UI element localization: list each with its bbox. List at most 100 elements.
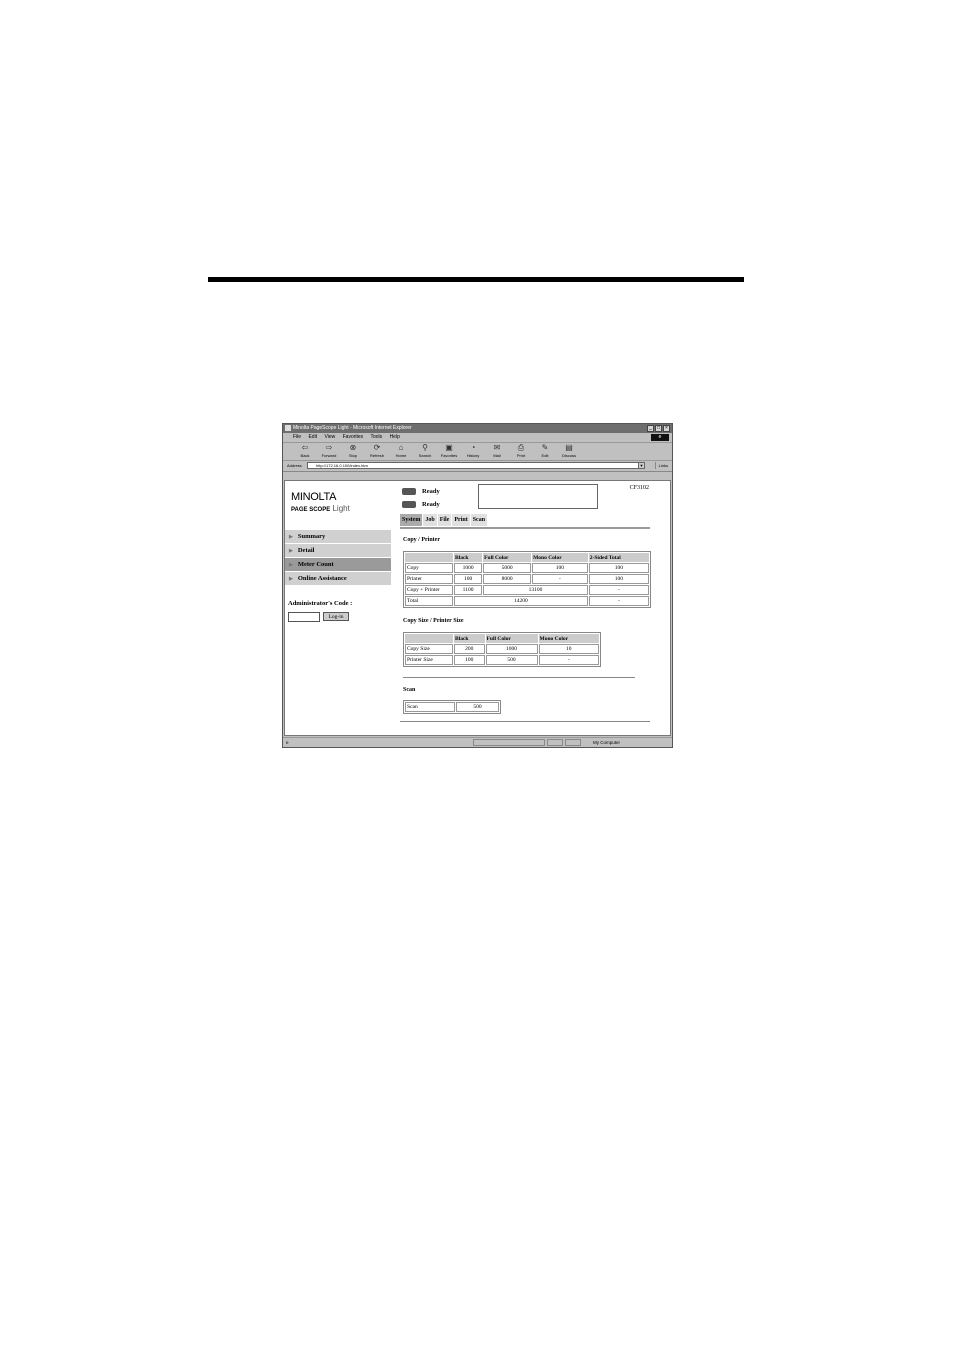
printer-icon xyxy=(402,501,416,508)
table-header-row: Black Full Color Mono Color xyxy=(405,634,599,643)
back-button[interactable]: ⇦ Back xyxy=(293,443,317,460)
pagescope-light-logo: PAGE SCOPE Light xyxy=(291,504,350,513)
window-titlebar: Minolta PageScope Light - Microsoft Inte… xyxy=(283,424,672,433)
search-button[interactable]: ⚲ Search xyxy=(413,443,437,460)
row-label: Copy Size xyxy=(405,644,453,654)
table-row: Total 14200 - xyxy=(405,596,649,606)
nav-online-assistance[interactable]: ▶ Online Assistance xyxy=(285,572,391,585)
table-cell: 100 xyxy=(588,563,649,573)
table-cell: 8000 xyxy=(483,574,532,584)
table-cell: 500 xyxy=(456,702,499,712)
menu-bar: File Edit View Favorites Tools Help e xyxy=(283,433,672,443)
table-header: Black xyxy=(454,553,483,562)
side-nav: ▶ Summary ▶ Detail ▶ Meter Count ▶ Online As… xyxy=(285,530,391,586)
discuss-icon: ▤ xyxy=(565,443,573,452)
tab-bar: System Job File Print Scan xyxy=(400,514,488,526)
table-row: Printer Size 100 500 - xyxy=(405,655,599,665)
status-segment xyxy=(547,739,563,746)
table-cell: - xyxy=(588,585,649,595)
forward-button[interactable]: ⇨ Forward xyxy=(317,443,341,460)
menu-edit[interactable]: Edit xyxy=(308,434,317,440)
table-cell: 5000 xyxy=(483,563,532,573)
nav-summary[interactable]: ▶ Summary xyxy=(285,530,391,543)
nav-arrow-icon: ▶ xyxy=(289,535,293,540)
table-cell: 14200 xyxy=(454,596,588,606)
admin-login: Administrator's Code : Log-in xyxy=(288,600,352,622)
menu-favorites[interactable]: Favorites xyxy=(343,434,364,440)
stop-icon: ⊗ xyxy=(349,443,357,452)
table-header: 2-Sided Total xyxy=(588,553,649,562)
row-label: Copy + Printer xyxy=(405,585,453,595)
close-icon[interactable]: × xyxy=(663,425,670,432)
history-icon: ◔ xyxy=(470,443,476,452)
maximize-icon[interactable]: □ xyxy=(655,425,662,432)
discuss-button[interactable]: ▤ Discuss xyxy=(557,443,581,460)
tab-file[interactable]: File xyxy=(437,514,452,526)
table-row: Copy Size 200 1000 10 xyxy=(405,644,599,654)
login-button[interactable]: Log-in xyxy=(323,612,349,621)
page-top-rule xyxy=(208,277,744,282)
section-divider xyxy=(403,677,635,678)
table-cell: 1000 xyxy=(454,563,483,573)
refresh-button[interactable]: ⟳ Refresh xyxy=(365,443,389,460)
size-table: Black Full Color Mono Color Copy Size 20… xyxy=(403,632,601,667)
stop-button[interactable]: ⊗ Stop xyxy=(341,443,365,460)
message-box xyxy=(478,484,598,509)
menu-help[interactable]: Help xyxy=(390,434,400,440)
table-cell: - xyxy=(538,655,599,665)
favorites-button[interactable]: ▣ Favorites xyxy=(437,443,461,460)
tab-scan[interactable]: Scan xyxy=(470,514,488,526)
menu-tools[interactable]: Tools xyxy=(370,434,382,440)
table-cell: 1000 xyxy=(485,644,538,654)
browser-toolbar: ⇦ Back ⇨ Forward ⊗ Stop ⟳ Refresh ⌂ Home ⚲ Sea… xyxy=(283,443,672,461)
table-header xyxy=(405,634,453,643)
address-dropdown-icon[interactable]: ▼ xyxy=(638,462,645,469)
print-button[interactable]: ⎙ Print xyxy=(509,443,533,460)
nav-meter-count[interactable]: ▶ Meter Count xyxy=(285,558,391,571)
tab-job[interactable]: Job xyxy=(423,514,437,526)
row-label: Printer Size xyxy=(405,655,453,665)
logo-product: Light xyxy=(332,504,350,513)
table-cell: 200 xyxy=(454,644,485,654)
table-cell: 13100 xyxy=(483,585,588,595)
table-cell: 100 xyxy=(532,563,588,573)
menu-file[interactable]: File xyxy=(293,434,301,440)
admin-code-input[interactable] xyxy=(288,612,320,622)
minimize-icon[interactable]: _ xyxy=(647,425,654,432)
row-label: Printer xyxy=(405,574,453,584)
table-cell: 100 xyxy=(588,574,649,584)
tab-system[interactable]: System xyxy=(400,514,423,526)
mail-icon: ✉ xyxy=(493,443,501,452)
nav-detail[interactable]: ▶ Detail xyxy=(285,544,391,557)
links-button[interactable]: Links xyxy=(654,462,668,469)
status-segment xyxy=(473,739,545,746)
history-button[interactable]: ◔ History xyxy=(461,443,485,460)
window-title: Minolta PageScope Light - Microsoft Inte… xyxy=(293,425,412,431)
home-button[interactable]: ⌂ Home xyxy=(389,443,413,460)
refresh-icon: ⟳ xyxy=(373,443,381,452)
search-icon: ⚲ xyxy=(422,443,428,452)
print-icon: ⎙ xyxy=(517,443,525,452)
table-row: Copy + Printer 1100 13100 - xyxy=(405,585,649,595)
bottom-divider xyxy=(400,721,650,722)
address-input[interactable]: http://172.16.0.100/index.htm xyxy=(307,462,645,469)
home-icon: ⌂ xyxy=(398,443,404,452)
nav-arrow-icon: ▶ xyxy=(289,563,293,568)
scan-title: Scan xyxy=(403,687,416,693)
scan-table: Scan 500 xyxy=(403,700,501,714)
forward-arrow-icon: ⇨ xyxy=(325,443,333,452)
table-header: Full Color xyxy=(485,634,538,643)
table-cell: 500 xyxy=(485,655,538,665)
menu-view[interactable]: View xyxy=(324,434,335,440)
tab-print[interactable]: Print xyxy=(452,514,470,526)
status-text-1: Ready xyxy=(422,488,440,495)
browser-window: Minolta PageScope Light - Microsoft Inte… xyxy=(282,423,673,748)
model-name: CF3102 xyxy=(629,485,649,491)
mail-button[interactable]: ✉ Mail xyxy=(485,443,509,460)
table-header: Black xyxy=(454,634,485,643)
admin-code-label: Administrator's Code : xyxy=(288,600,353,607)
edit-button[interactable]: ✎ Edit xyxy=(533,443,557,460)
row-label: Total xyxy=(405,596,453,606)
tab-underline xyxy=(400,527,650,529)
browser-status-bar: e My Computer xyxy=(283,737,672,747)
